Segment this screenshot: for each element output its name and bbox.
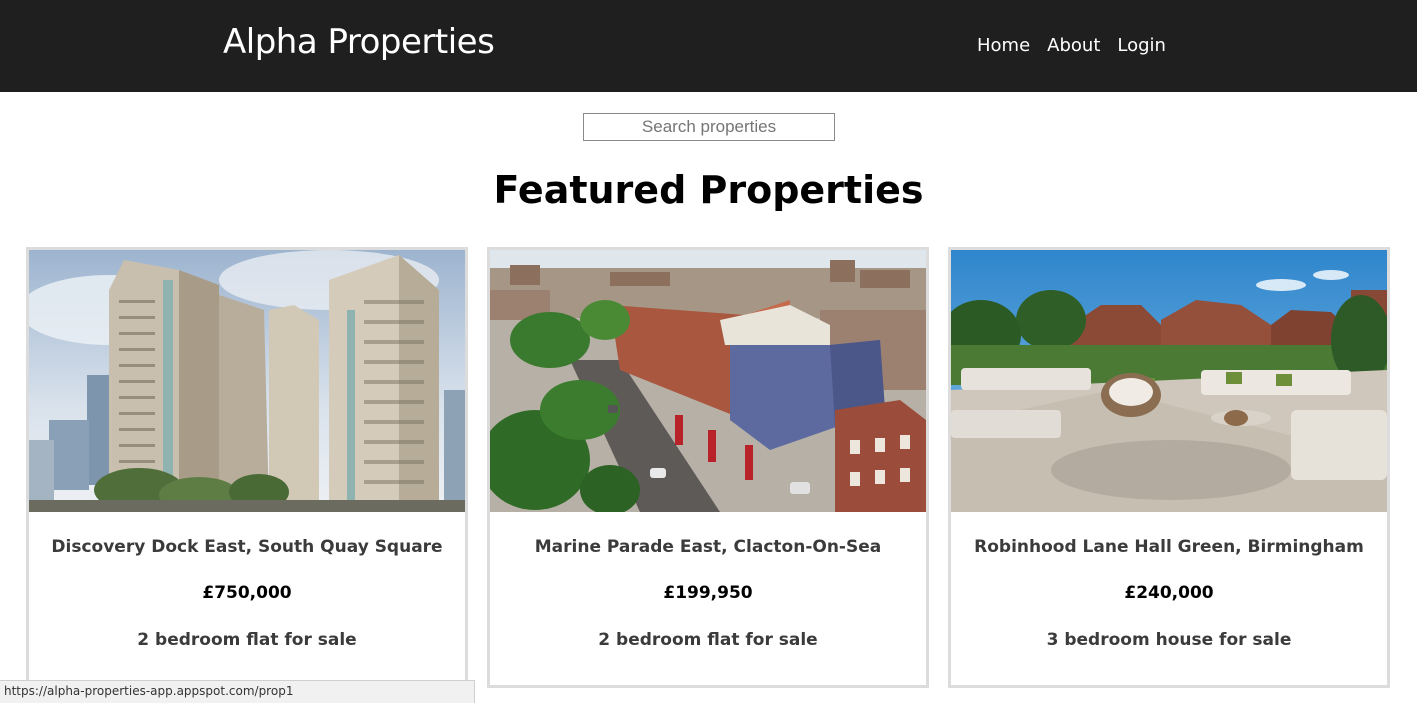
property-card[interactable]: Discovery Dock East, South Quay Square £…: [26, 247, 468, 688]
nav-link-home[interactable]: Home: [977, 35, 1030, 56]
brand-logo-text[interactable]: Alpha Properties: [223, 22, 495, 62]
property-card[interactable]: Robinhood Lane Hall Green, Birmingham £2…: [948, 247, 1390, 688]
property-price: £750,000: [202, 583, 292, 603]
tower-block-photo: [29, 250, 465, 512]
property-title: Robinhood Lane Hall Green, Birmingham: [974, 537, 1364, 557]
property-price: £199,950: [663, 583, 753, 603]
property-card[interactable]: Marine Parade East, Clacton-On-Sea £199,…: [487, 247, 929, 688]
property-price: £240,000: [1124, 583, 1214, 603]
property-title: Marine Parade East, Clacton-On-Sea: [534, 537, 882, 557]
nav-link-about[interactable]: About: [1047, 35, 1100, 56]
property-description: 3 bedroom house for sale: [1046, 630, 1292, 650]
top-navigation-bar: Alpha Properties Home About Login: [0, 0, 1417, 92]
search-input[interactable]: [583, 113, 835, 141]
browser-status-bar-url: https://alpha-properties-app.appspot.com…: [0, 680, 475, 703]
roof-terrace-photo: [951, 250, 1387, 512]
property-description: 2 bedroom flat for sale: [598, 630, 818, 650]
page-title: Featured Properties: [493, 168, 924, 212]
main-nav: Home About Login: [977, 35, 1166, 56]
apartment-street-aerial-photo: [490, 250, 926, 512]
property-description: 2 bedroom flat for sale: [137, 630, 357, 650]
nav-link-login[interactable]: Login: [1117, 35, 1166, 56]
property-title: Discovery Dock East, South Quay Square: [51, 537, 443, 557]
